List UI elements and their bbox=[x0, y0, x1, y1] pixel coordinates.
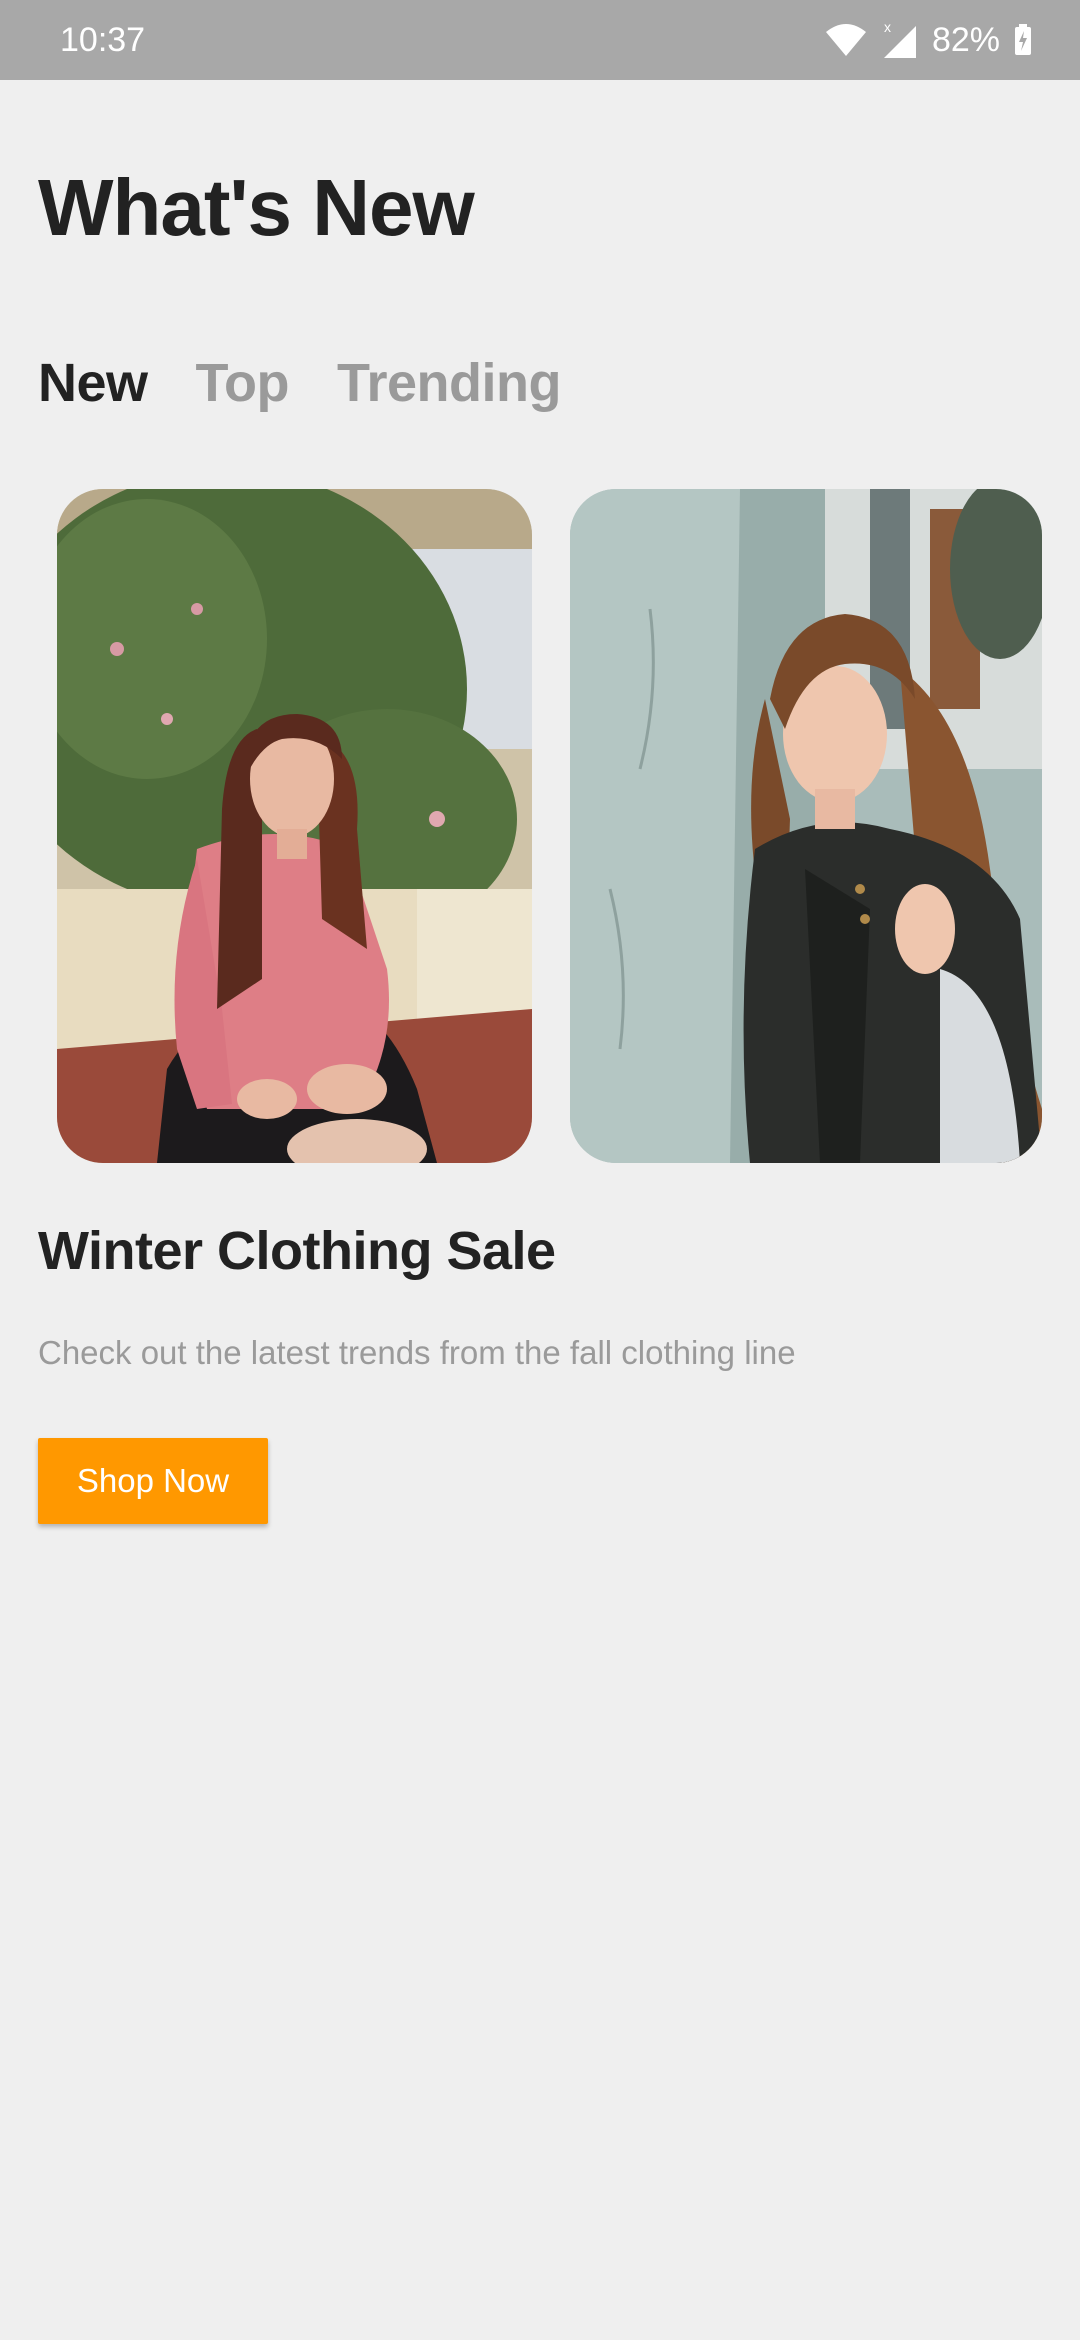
promo-subtitle: Check out the latest trends from the fal… bbox=[38, 1334, 796, 1371]
carousel-card-woman-pink-sweater[interactable] bbox=[57, 489, 532, 1163]
shop-now-button[interactable]: Shop Now bbox=[38, 1438, 268, 1524]
status-time: 10:37 bbox=[60, 21, 146, 59]
carousel-card-woman-leather-jacket[interactable] bbox=[570, 489, 1042, 1163]
category-tabs: New Top Trending bbox=[38, 352, 562, 414]
signal-icon: x bbox=[882, 20, 918, 60]
tab-trending[interactable]: Trending bbox=[337, 352, 562, 414]
tab-new[interactable]: New bbox=[38, 352, 148, 414]
page-title: What's New bbox=[38, 163, 475, 252]
image-carousel[interactable] bbox=[0, 489, 1080, 1163]
status-icons: x 82% bbox=[824, 16, 1032, 64]
svg-text:x: x bbox=[884, 20, 891, 35]
battery-charging-icon bbox=[1014, 24, 1032, 56]
status-bar: 10:37 x 82% bbox=[0, 0, 1080, 80]
woman-pink-sweater-photo bbox=[57, 489, 532, 1163]
promo-title: Winter Clothing Sale bbox=[38, 1221, 556, 1281]
battery-percentage: 82% bbox=[931, 21, 1000, 59]
tab-top[interactable]: Top bbox=[196, 352, 290, 414]
woman-leather-jacket-photo bbox=[570, 489, 1042, 1163]
wifi-icon bbox=[824, 22, 868, 58]
